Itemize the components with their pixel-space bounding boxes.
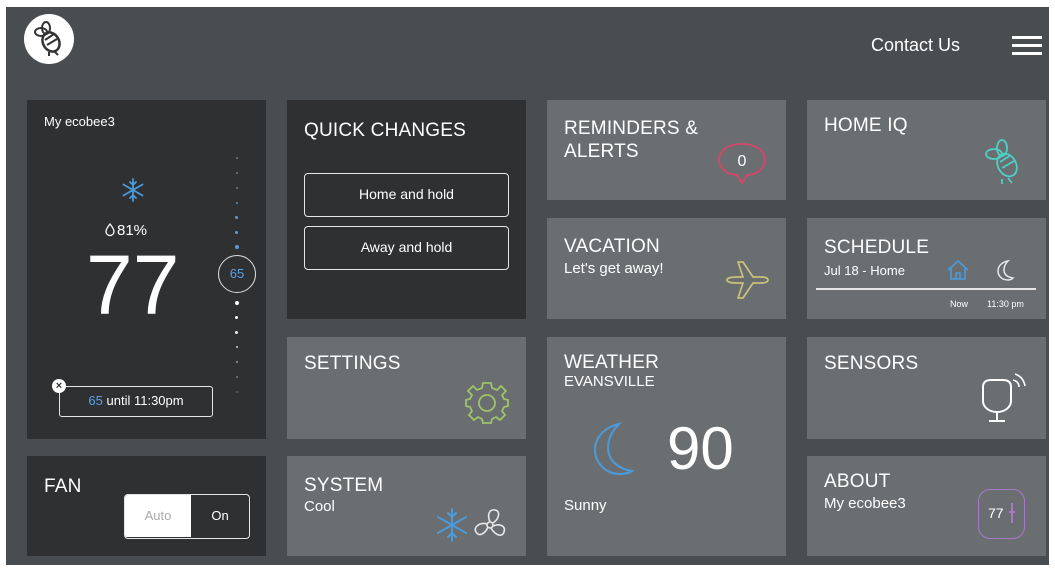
fan-option-on[interactable]: On xyxy=(191,495,249,537)
setpoint-value: 65 xyxy=(229,266,245,281)
about-title: ABOUT xyxy=(824,471,891,492)
current-temperature: 77 xyxy=(86,238,180,332)
vacation-subtitle: Let's get away! xyxy=(564,260,664,277)
hold-indicator[interactable]: 65 until 11:30pm xyxy=(59,386,213,417)
snowflake-icon xyxy=(122,178,144,202)
hold-setpoint: 65 xyxy=(88,393,103,408)
home-iq-title: HOME IQ xyxy=(824,115,908,136)
weather-title: WEATHER xyxy=(564,352,659,373)
settings-tile[interactable]: SETTINGS xyxy=(287,337,526,439)
fan-icon xyxy=(474,509,506,537)
bee-logo-icon xyxy=(34,21,61,56)
thermostat-name: My ecobee3 xyxy=(44,114,115,129)
reminders-title-line2: ALERTS xyxy=(564,141,639,162)
settings-title: SETTINGS xyxy=(304,353,401,374)
airplane-icon xyxy=(726,261,769,299)
contact-us-link[interactable]: Contact Us xyxy=(871,35,960,56)
reminders-title-line1: REMINDERS & xyxy=(564,118,699,139)
sensors-title: SENSORS xyxy=(824,353,919,374)
humidity-drop-icon xyxy=(105,222,115,237)
fan-toggle[interactable]: Auto On xyxy=(124,494,250,539)
alerts-count: 0 xyxy=(737,153,747,170)
moon-icon xyxy=(997,259,1015,281)
gear-icon xyxy=(465,382,509,424)
home-icon xyxy=(947,259,969,280)
fan-tile: FAN Auto On xyxy=(27,456,266,556)
weather-temperature: 90 xyxy=(667,415,734,482)
sensor-icon xyxy=(982,373,1026,422)
setpoint-slider[interactable]: 65 xyxy=(217,155,257,395)
quick-changes-tile: QUICK CHANGES Home and hold Away and hol… xyxy=(287,100,526,319)
schedule-now-label: Now xyxy=(950,299,969,309)
setpoint-handle[interactable]: 65 xyxy=(218,255,256,293)
about-thermostat-badge: 77 xyxy=(978,489,1025,539)
schedule-timeline xyxy=(816,288,1036,290)
system-tile[interactable]: SYSTEM Cool xyxy=(287,456,526,556)
system-title: SYSTEM xyxy=(304,475,384,496)
schedule-subtitle: Jul 18 - Home xyxy=(824,263,905,278)
cancel-hold-icon[interactable]: × xyxy=(52,379,66,393)
about-subtitle: My ecobee3 xyxy=(824,495,906,512)
fan-title: FAN xyxy=(44,476,82,497)
quick-changes-title: QUICK CHANGES xyxy=(304,120,467,141)
weather-condition: Sunny xyxy=(564,497,607,514)
schedule-title: SCHEDULE xyxy=(824,237,930,258)
vacation-tile[interactable]: VACATION Let's get away! xyxy=(547,218,786,319)
bee-icon xyxy=(985,139,1018,184)
home-and-hold-button[interactable]: Home and hold xyxy=(304,173,509,217)
about-badge-value: 77 xyxy=(988,505,1004,521)
about-tile[interactable]: ABOUT My ecobee3 77 xyxy=(807,456,1046,556)
thermostat-tile[interactable]: My ecobee3 81% 77 65 65 until 11:30pm × xyxy=(27,100,266,439)
hold-text: until 11:30pm xyxy=(106,393,184,408)
schedule-time-label: 11:30 pm xyxy=(987,299,1024,309)
hamburger-menu-icon[interactable] xyxy=(1012,35,1042,57)
logo[interactable] xyxy=(24,14,74,64)
sensors-tile[interactable]: SENSORS xyxy=(807,337,1046,439)
moon-icon xyxy=(593,422,635,476)
home-iq-tile[interactable]: HOME IQ xyxy=(807,100,1046,200)
app-window: Contact Us My ecobee3 81% 77 65 65 until… xyxy=(6,7,1049,565)
vacation-title: VACATION xyxy=(564,236,660,257)
away-and-hold-button[interactable]: Away and hold xyxy=(304,226,509,270)
weather-location: EVANSVILLE xyxy=(564,373,655,390)
fan-option-auto[interactable]: Auto xyxy=(125,495,191,537)
reminders-alerts-tile[interactable]: REMINDERS & ALERTS 0 xyxy=(547,100,786,200)
system-mode: Cool xyxy=(304,498,335,515)
weather-tile[interactable]: WEATHER EVANSVILLE 90 Sunny xyxy=(547,337,786,556)
snowflake-icon xyxy=(437,508,467,542)
schedule-tile[interactable]: SCHEDULE Jul 18 - Home Now 11:30 pm xyxy=(807,218,1046,319)
humidity-value: 81% xyxy=(117,222,148,239)
